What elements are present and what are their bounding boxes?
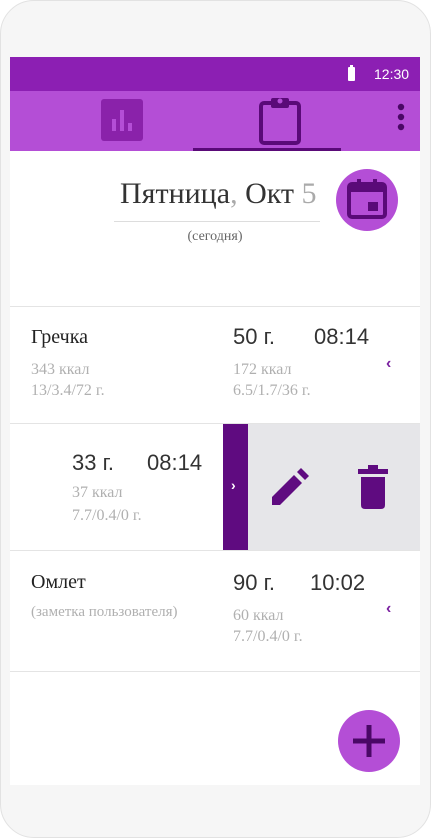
status-bar: 12:30 <box>10 57 420 91</box>
portion-kcal: 37 ккал <box>72 484 123 501</box>
bar-chart-icon <box>101 99 143 141</box>
today-label-row: (сегодня) <box>10 229 420 245</box>
chevron-left-icon[interactable]: ‹ <box>386 600 391 618</box>
tab-diary[interactable] <box>258 95 302 145</box>
portion-macros: 7.7/0.4/0 г. <box>233 628 303 645</box>
divider <box>10 550 420 551</box>
plus-icon <box>353 725 385 757</box>
portion-kcal: 172 ккал <box>233 361 292 378</box>
entry-time: 08:14 <box>314 324 370 349</box>
trash-icon <box>358 465 388 509</box>
entry-time: 08:14 <box>147 450 203 475</box>
today-label: (сегодня) <box>187 229 243 244</box>
portion-amount: 33 г. <box>72 450 115 475</box>
date-underline <box>114 221 320 222</box>
overflow-menu-button[interactable] <box>391 101 411 141</box>
portion-amount: 50 г. <box>233 324 276 349</box>
date-display[interactable]: Пятница, Окт 5 <box>120 177 317 211</box>
portion-macros: 7.7/0.4/0 г. <box>72 507 142 524</box>
date-separator: , <box>230 177 238 210</box>
portion-kcal: 60 ккал <box>233 607 284 624</box>
calendar-button[interactable] <box>336 169 398 231</box>
toolbar <box>10 91 420 151</box>
divider <box>10 306 420 307</box>
divider <box>10 671 420 672</box>
food-kcal: 343 ккал <box>31 361 90 378</box>
chevron-left-icon[interactable]: ‹ <box>386 355 391 373</box>
add-entry-button[interactable] <box>338 710 400 772</box>
food-name: Омлет <box>31 571 86 593</box>
date-weekday: Пятница <box>120 177 231 210</box>
battery-icon <box>348 65 355 81</box>
food-name: Гречка <box>31 326 89 348</box>
date-day: 5 <box>301 177 317 210</box>
more-vertical-icon <box>397 103 405 131</box>
entry-time: 10:02 <box>310 570 366 595</box>
date-header: Пятница, Окт 5 (сегодня) <box>10 151 420 306</box>
pencil-icon <box>272 468 309 505</box>
portion-macros: 6.5/1.7/36 г. <box>233 382 311 399</box>
user-note: (заметка пользователя) <box>31 604 178 620</box>
portion-amount: 90 г. <box>233 570 276 595</box>
status-time: 12:30 <box>374 66 410 82</box>
chevron-right-icon: › <box>231 477 236 493</box>
edit-button[interactable] <box>266 463 312 509</box>
delete-button[interactable] <box>354 463 394 511</box>
food-macros: 13/3.4/72 г. <box>31 382 105 399</box>
app-screen: 12:30 Пятница, Окт 5 (сегодня) Гречка 34… <box>10 57 420 785</box>
calendar-icon <box>347 179 387 219</box>
tab-statistics[interactable] <box>101 99 143 141</box>
date-month: Окт <box>245 177 295 210</box>
clipboard-icon <box>259 98 301 145</box>
